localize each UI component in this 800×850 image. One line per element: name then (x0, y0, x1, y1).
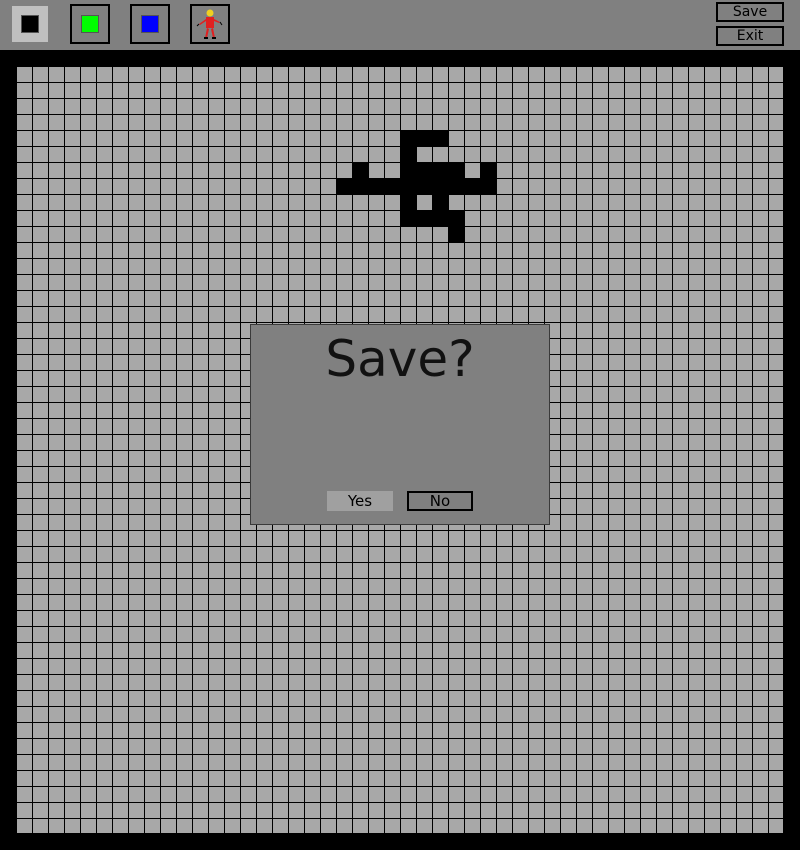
filled-pixel[interactable] (400, 146, 416, 162)
filled-pixel[interactable] (416, 130, 432, 146)
toolbar: Save Exit (0, 0, 800, 50)
tool-character[interactable] (190, 4, 230, 44)
filled-pixel[interactable] (480, 178, 496, 194)
filled-pixel[interactable] (400, 130, 416, 146)
filled-pixel[interactable] (448, 178, 464, 194)
filled-pixel[interactable] (432, 162, 448, 178)
green-swatch (81, 15, 99, 33)
filled-pixel[interactable] (336, 178, 352, 194)
filled-pixel[interactable] (400, 178, 416, 194)
tool-green-color[interactable] (70, 4, 110, 44)
tool-black-color[interactable] (10, 4, 50, 44)
filled-pixel[interactable] (416, 210, 432, 226)
filled-pixel[interactable] (352, 178, 368, 194)
filled-pixel[interactable] (448, 210, 464, 226)
tool-blue-color[interactable] (130, 4, 170, 44)
exit-button[interactable]: Exit (716, 26, 784, 46)
filled-pixel[interactable] (352, 162, 368, 178)
filled-pixel[interactable] (448, 226, 464, 242)
filled-pixel[interactable] (432, 130, 448, 146)
blue-swatch (141, 15, 159, 33)
filled-pixel[interactable] (416, 178, 432, 194)
filled-pixel[interactable] (400, 162, 416, 178)
person-sprite-icon (196, 9, 223, 39)
filled-pixel[interactable] (416, 162, 432, 178)
filled-pixel[interactable] (432, 178, 448, 194)
filled-pixel[interactable] (464, 178, 480, 194)
save-dialog: Save? Yes No (250, 324, 550, 525)
no-button[interactable]: No (407, 491, 473, 511)
dialog-title: Save? (325, 330, 475, 388)
filled-pixel[interactable] (448, 162, 464, 178)
save-button[interactable]: Save (716, 2, 784, 22)
yes-button[interactable]: Yes (327, 491, 393, 511)
filled-pixel[interactable] (432, 210, 448, 226)
filled-pixel[interactable] (432, 194, 448, 210)
filled-pixel[interactable] (400, 210, 416, 226)
filled-pixel[interactable] (384, 178, 400, 194)
filled-pixel[interactable] (480, 162, 496, 178)
filled-pixel[interactable] (400, 194, 416, 210)
filled-pixel[interactable] (368, 178, 384, 194)
black-swatch (21, 15, 39, 33)
